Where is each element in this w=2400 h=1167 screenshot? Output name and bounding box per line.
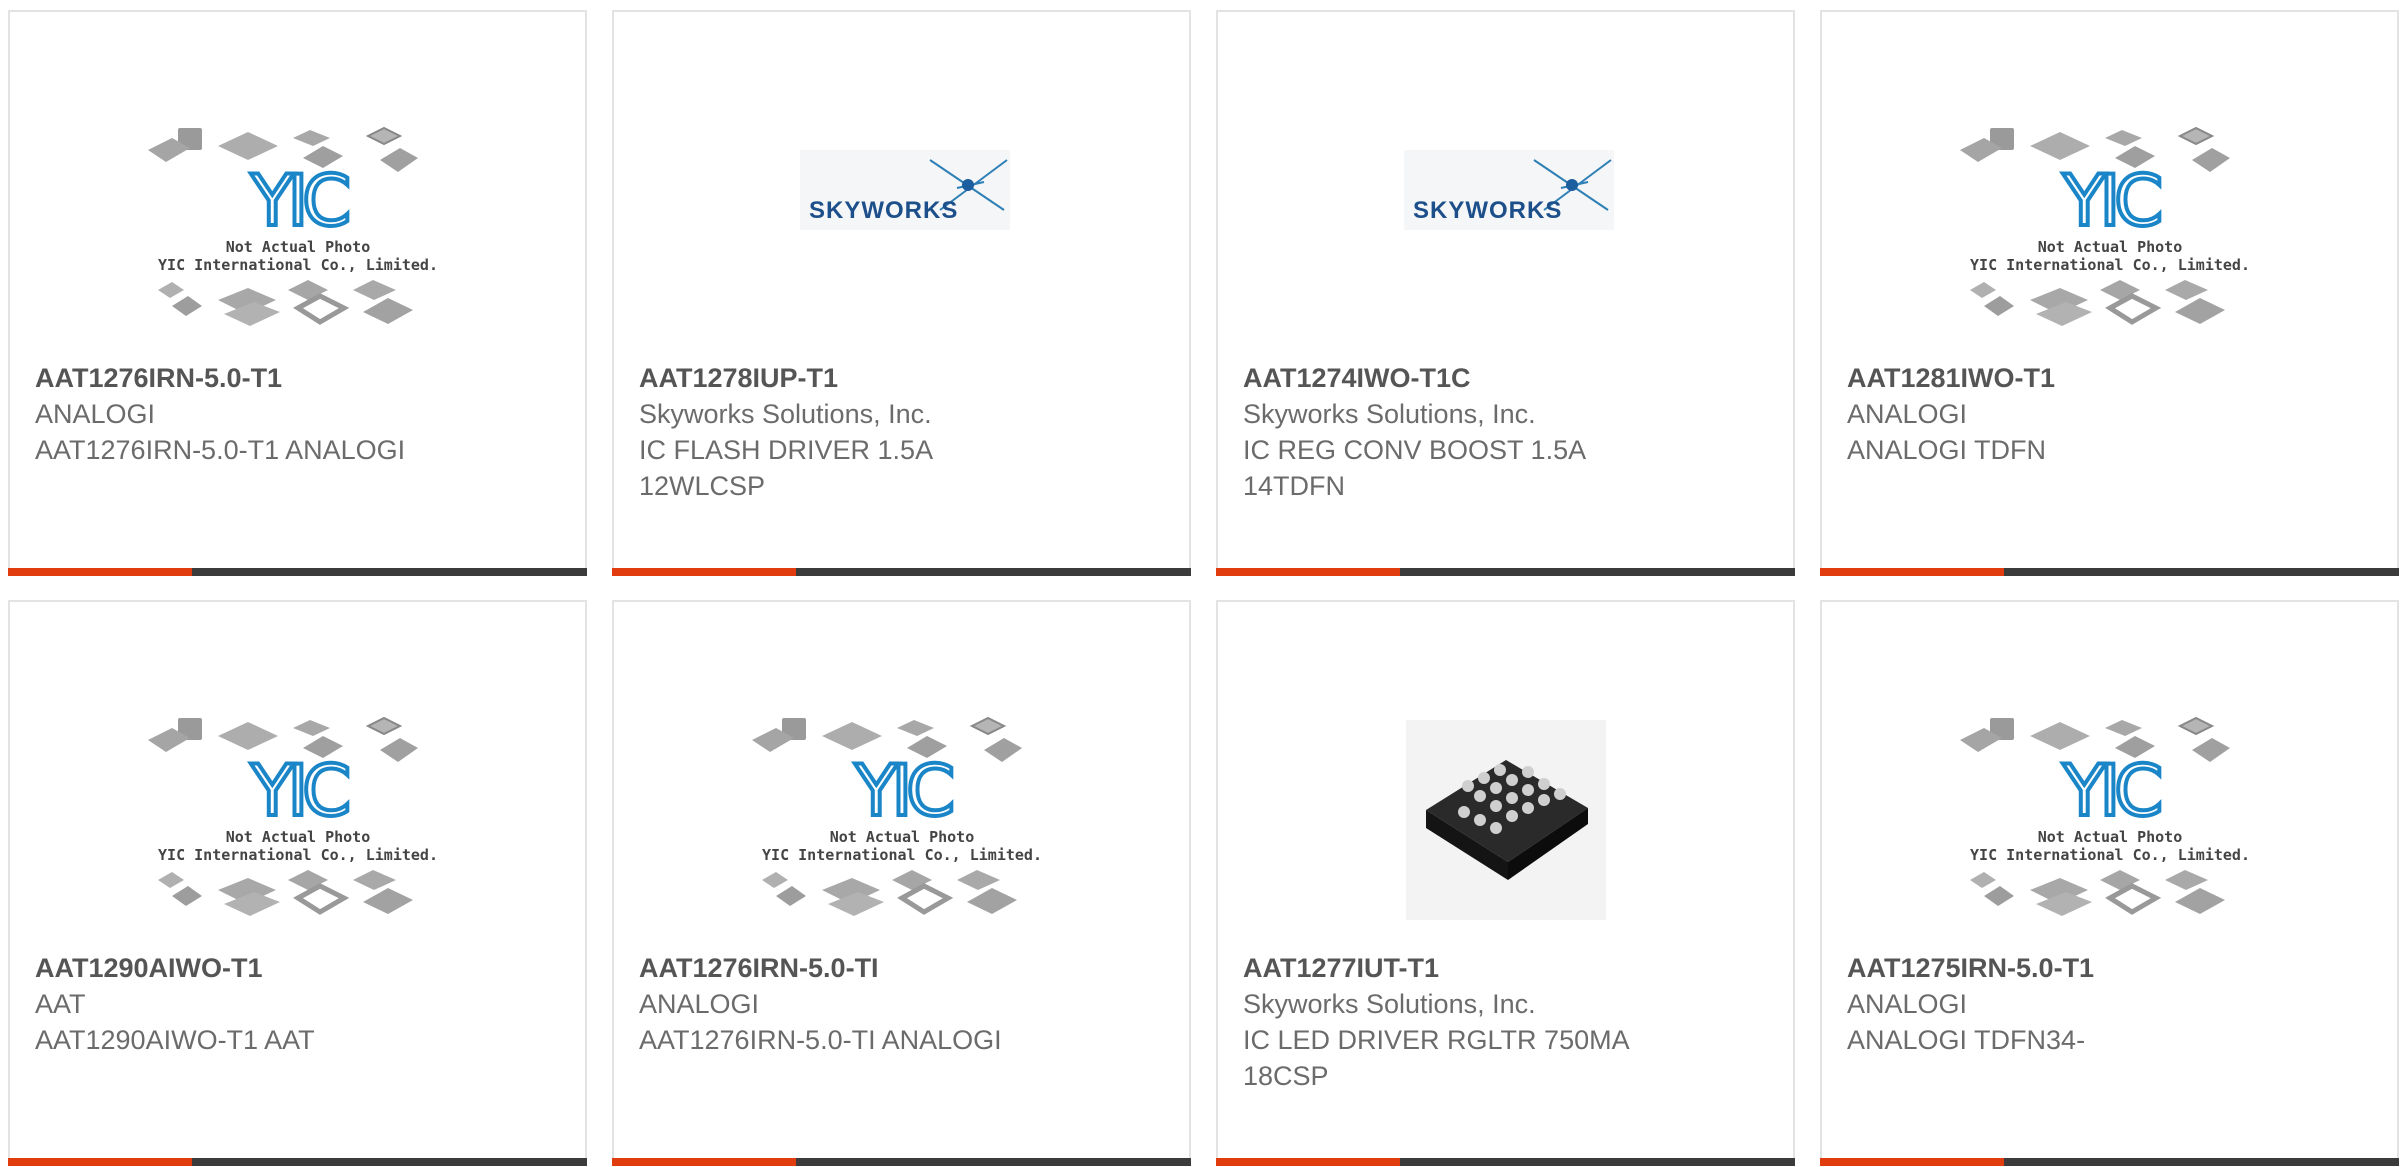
yic-logo: YIC xyxy=(2061,750,2159,832)
yic-placeholder-image: YIC Not Actual Photo YIC International C… xyxy=(1959,717,2250,940)
part-number[interactable]: AAT1276IRN-5.0-T1 xyxy=(35,360,455,396)
skyworks-logo-image: SKYWORKS xyxy=(799,150,1010,230)
card-accent-bar xyxy=(612,1158,796,1166)
product-image-placeholder[interactable]: YIC Not Actual Photo YIC International C… xyxy=(751,690,1052,940)
manufacturer: ANALOGI xyxy=(1847,989,1968,1019)
description: ANALOGI TDFN xyxy=(1847,435,2047,465)
card-accent-bar xyxy=(1216,1158,1400,1166)
not-actual-photo-text: Not Actual Photo xyxy=(829,828,974,846)
description: ANALOGI TDFN34- xyxy=(1847,1025,2086,1055)
part-number[interactable]: AAT1276IRN-5.0-TI xyxy=(639,950,1059,986)
product-image-logo[interactable]: SKYWORKS xyxy=(752,100,1052,350)
product-image-placeholder[interactable]: YIC Not Actual Photo YIC International C… xyxy=(147,100,448,350)
description: IC REG CONV BOOST 1.5A 14TDFN xyxy=(1243,435,1585,501)
card-bottom-bar xyxy=(8,1158,587,1166)
part-number[interactable]: AAT1281IWO-T1 xyxy=(1847,360,2267,396)
description: IC LED DRIVER RGLTR 750MA 18CSP xyxy=(1243,1025,1629,1091)
product-image-placeholder[interactable]: YIC Not Actual Photo YIC International C… xyxy=(1959,100,2260,350)
card-accent-bar xyxy=(1216,568,1400,576)
product-card[interactable]: YIC Not Actual Photo YIC International C… xyxy=(1820,600,2399,1166)
product-card[interactable]: AAT1277IUT-T1 Skyworks Solutions, Inc. I… xyxy=(1216,600,1795,1166)
yic-company-text: YIC International Co., Limited. xyxy=(1970,256,2250,274)
part-number[interactable]: AAT1278IUP-T1 xyxy=(639,360,1059,396)
manufacturer: AAT xyxy=(35,989,86,1019)
card-accent-bar xyxy=(1820,568,2004,576)
not-actual-photo-text: Not Actual Photo xyxy=(2037,238,2182,256)
card-bottom-bar xyxy=(8,568,587,576)
card-bottom-bar xyxy=(1820,1158,2399,1166)
part-number[interactable]: AAT1290AIWO-T1 xyxy=(35,950,455,986)
product-card[interactable]: SKYWORKS AAT1274IWO-T1C Skyworks Solutio… xyxy=(1216,10,1795,576)
manufacturer: Skyworks Solutions, Inc. xyxy=(639,399,932,429)
card-bottom-bar xyxy=(1820,568,2399,576)
not-actual-photo-text: Not Actual Photo xyxy=(2037,828,2182,846)
manufacturer: Skyworks Solutions, Inc. xyxy=(1243,989,1536,1019)
product-image-logo[interactable]: SKYWORKS xyxy=(1356,100,1656,350)
yic-company-text: YIC International Co., Limited. xyxy=(762,846,1042,864)
yic-placeholder-image: YIC Not Actual Photo YIC International C… xyxy=(751,717,1042,940)
product-grid: YIC Not Actual Photo YIC International C… xyxy=(0,0,2400,1167)
skyworks-logo-text: SKYWORKS xyxy=(809,197,958,224)
manufacturer: Skyworks Solutions, Inc. xyxy=(1243,399,1536,429)
manufacturer: ANALOGI xyxy=(35,399,156,429)
card-bottom-bar xyxy=(1216,568,1795,576)
card-accent-bar xyxy=(1820,1158,2004,1166)
part-number[interactable]: AAT1275IRN-5.0-T1 xyxy=(1847,950,2267,986)
not-actual-photo-text: Not Actual Photo xyxy=(225,828,370,846)
description: AAT1276IRN-5.0-T1 ANALOGI xyxy=(35,435,406,465)
card-bottom-bar xyxy=(1216,1158,1795,1166)
yic-company-text: YIC International Co., Limited. xyxy=(158,846,438,864)
yic-placeholder-image: YIC Not Actual Photo YIC International C… xyxy=(147,127,438,350)
not-actual-photo-text: Not Actual Photo xyxy=(225,238,370,256)
product-card[interactable]: YIC Not Actual Photo YIC International C… xyxy=(612,600,1191,1166)
product-card[interactable]: YIC Not Actual Photo YIC International C… xyxy=(8,600,587,1166)
description: IC FLASH DRIVER 1.5A 12WLCSP xyxy=(639,435,932,501)
yic-placeholder-image: YIC Not Actual Photo YIC International C… xyxy=(1959,127,2250,350)
description: AAT1276IRN-5.0-TI ANALOGI xyxy=(639,1025,1002,1055)
chip-photo-image xyxy=(1405,720,1606,920)
card-accent-bar xyxy=(612,568,796,576)
product-image-placeholder[interactable]: YIC Not Actual Photo YIC International C… xyxy=(147,690,448,940)
yic-logo: YIC xyxy=(249,750,347,832)
card-bottom-bar xyxy=(612,1158,1191,1166)
product-card[interactable]: YIC Not Actual Photo YIC International C… xyxy=(1820,10,2399,576)
part-number[interactable]: AAT1277IUT-T1 xyxy=(1243,950,1663,986)
card-accent-bar xyxy=(8,568,192,576)
product-card[interactable]: SKYWORKS AAT1278IUP-T1 Skyworks Solution… xyxy=(612,10,1191,576)
yic-logo: YIC xyxy=(853,750,951,832)
product-image-placeholder[interactable]: YIC Not Actual Photo YIC International C… xyxy=(1959,690,2260,940)
yic-company-text: YIC International Co., Limited. xyxy=(1970,846,2250,864)
manufacturer: ANALOGI xyxy=(639,989,760,1019)
product-image-chip[interactable] xyxy=(1356,690,1656,940)
manufacturer: ANALOGI xyxy=(1847,399,1968,429)
skyworks-logo-text: SKYWORKS xyxy=(1413,197,1562,224)
yic-placeholder-image: YIC Not Actual Photo YIC International C… xyxy=(147,717,438,940)
product-card[interactable]: YIC Not Actual Photo YIC International C… xyxy=(8,10,587,576)
skyworks-logo-image: SKYWORKS xyxy=(1403,150,1614,230)
yic-logo: YIC xyxy=(249,160,347,242)
yic-logo: YIC xyxy=(2061,160,2159,242)
description: AAT1290AIWO-T1 AAT xyxy=(35,1025,315,1055)
yic-company-text: YIC International Co., Limited. xyxy=(158,256,438,274)
part-number[interactable]: AAT1274IWO-T1C xyxy=(1243,360,1663,396)
card-bottom-bar xyxy=(612,568,1191,576)
card-accent-bar xyxy=(8,1158,192,1166)
